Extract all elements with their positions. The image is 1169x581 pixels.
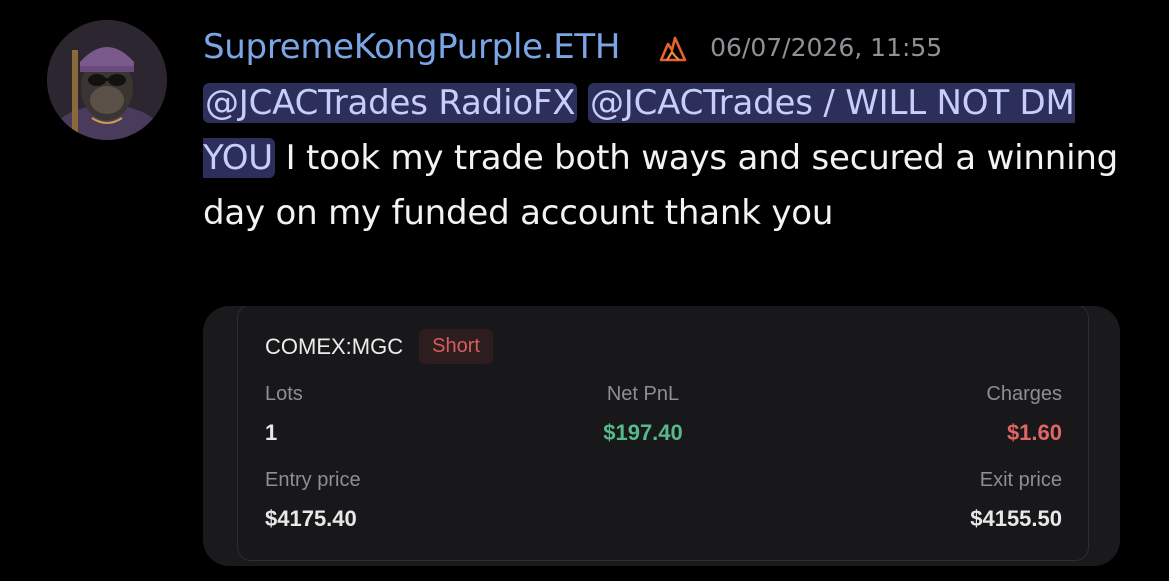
message-text: I took my trade both ways and secured a … [203,138,1119,233]
gorilla-avatar-image [47,20,167,140]
entry-price-label: Entry price [265,469,361,491]
charges-value: $1.60 [1006,420,1062,445]
flame-icon[interactable] [656,30,690,64]
avatar[interactable] [47,20,167,140]
lots-value: 1 [265,420,278,445]
timestamp: 06/07/2026, 11:55 [710,32,943,62]
net-pnl-value: $197.40 [603,420,683,445]
charges-label: Charges [986,383,1062,405]
trade-symbol: COMEX:MGC [265,333,404,359]
trade-side-badge: Short [419,329,493,364]
exit-price-value: $4155.50 [970,506,1062,531]
username[interactable]: SupremeKongPurple.ETH [203,27,620,67]
trade-symbol-row: COMEX:MGC Short [265,329,493,364]
lots-label: Lots [265,383,303,405]
message-header: SupremeKongPurple.ETH 06/07/2026, 11:55 [203,24,942,70]
net-pnl-label: Net PnL [606,383,680,405]
mention-jcactrades-radiofx[interactable]: @JCACTrades RadioFX [203,83,578,123]
entry-price-value: $4175.40 [265,506,357,531]
trade-card-embed[interactable]: COMEX:MGC Short Lots 1 Net PnL $197.40 C… [203,306,1120,566]
message-content: @JCACTrades RadioFX @JCACTrades / WILL N… [203,76,1133,241]
exit-price-label: Exit price [979,469,1062,491]
trade-card: COMEX:MGC Short Lots 1 Net PnL $197.40 C… [237,306,1089,561]
